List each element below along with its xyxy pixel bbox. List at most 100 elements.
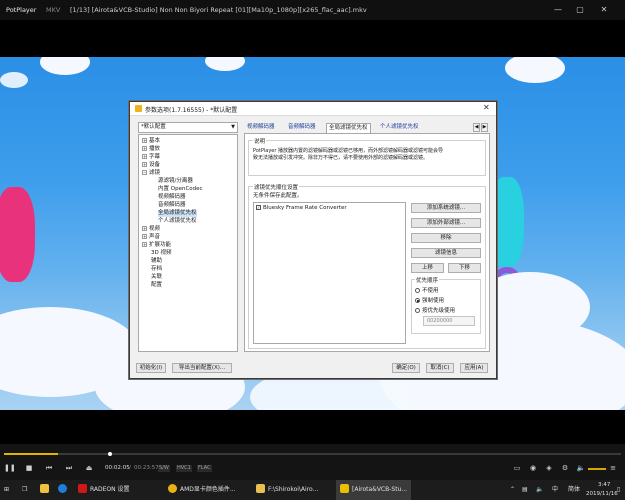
next-icon[interactable]: ⏭ <box>64 464 74 473</box>
clock-time[interactable]: 3:47 <box>598 481 610 489</box>
previous-icon[interactable]: ⏮ <box>44 464 54 473</box>
tab-scroll-right-icon[interactable]: ▶ <box>481 123 488 132</box>
time-total: 00:23:57 <box>134 465 159 471</box>
priority-subtitle: 无条件保存此配置。 <box>253 193 303 199</box>
radio-option[interactable]: 不使用 <box>415 286 439 294</box>
volume-icon[interactable]: 🔈 <box>576 464 586 473</box>
expand-icon[interactable]: + <box>142 234 147 239</box>
tab-scroll-left-icon[interactable]: ◀ <box>473 123 480 132</box>
move-up-button[interactable]: 上移 <box>411 263 444 273</box>
seek-handle[interactable] <box>108 452 112 456</box>
seek-track[interactable] <box>4 453 621 455</box>
windows-start-icon[interactable]: ⊞ <box>4 480 9 500</box>
add-system-filter-button[interactable]: 添加系统滤镜... <box>411 203 481 213</box>
description-text-line2: 致无法播放或引发冲突。除非万不得已，请不要使用外部的滤镜解码器或滤镜。 <box>253 155 429 161</box>
tree-item[interactable]: 配置 <box>151 282 162 289</box>
maximize-icon[interactable]: ▢ <box>575 5 585 15</box>
taskbar-item[interactable]: F:\Shirokoi\Airo... <box>256 480 318 500</box>
tree-item[interactable]: 关联 <box>151 274 162 281</box>
radio-icon[interactable] <box>415 288 420 293</box>
tree-subitem[interactable]: 内置 OpenCodec <box>158 186 203 193</box>
apply-button[interactable]: 应用(A) <box>460 363 488 373</box>
expand-icon[interactable]: + <box>142 146 147 151</box>
ok-button[interactable]: 确定(O) <box>392 363 420 373</box>
tree-item-label: 基本 <box>149 138 161 144</box>
file-explorer-icon[interactable] <box>40 480 52 500</box>
tree-item[interactable]: + 基本 <box>142 138 160 145</box>
menu-icon[interactable]: ≡ <box>608 464 618 473</box>
minimize-icon[interactable]: — <box>553 5 563 15</box>
tab-audio-decoder[interactable]: 音频解码器 <box>288 123 316 133</box>
tree-subitem[interactable]: 个人滤镜优先权 <box>158 218 197 225</box>
stop-icon[interactable]: ■ <box>24 464 34 473</box>
network-icon[interactable]: ▤ <box>522 480 528 500</box>
monitor-icon[interactable]: ▭ <box>512 464 522 473</box>
expand-icon[interactable]: + <box>142 242 147 247</box>
camera-icon[interactable]: ◉ <box>528 464 538 473</box>
language-indicator[interactable]: 简体 <box>568 480 580 500</box>
settings-icon[interactable]: ⚙ <box>560 464 570 473</box>
edge-icon[interactable] <box>58 480 70 500</box>
tree-item[interactable]: + 声音 <box>142 234 160 241</box>
radio-selected-icon[interactable] <box>415 298 420 303</box>
tree-item[interactable]: + 扩展功能 <box>142 242 171 249</box>
pause-icon[interactable]: ❚❚ <box>4 464 16 473</box>
radio-option[interactable]: 按优先级使用 <box>415 306 455 314</box>
settings-tree[interactable]: + 基本 + 播放 + 字幕 + 设备 − 滤镜 源滤镜/分离器 内置 OpenCodec… <box>138 134 238 352</box>
cancel-button[interactable]: 取消(C) <box>426 363 454 373</box>
init-button[interactable]: 初始化(I) <box>136 363 166 373</box>
tree-subitem-selected[interactable]: 全局滤镜优先权 <box>158 210 197 217</box>
3d-icon[interactable]: ◈ <box>544 464 554 473</box>
checkbox-checked-icon[interactable]: ✓ <box>256 205 261 210</box>
tree-item[interactable]: 存档 <box>151 266 162 273</box>
close-icon[interactable]: ✕ <box>599 5 609 15</box>
tab-video-decoder[interactable]: 视频解码器 <box>247 123 275 133</box>
export-config-button[interactable]: 导出当前配置(X)... <box>172 363 232 373</box>
tray-arrow-icon[interactable]: ⌃ <box>510 480 515 500</box>
tree-item[interactable]: + 字幕 <box>142 154 160 161</box>
expand-icon[interactable]: + <box>142 154 147 159</box>
notifications-icon[interactable]: ▯ <box>617 480 620 500</box>
tree-item[interactable]: − 滤镜 <box>142 170 160 177</box>
tree-subitem[interactable]: 源滤镜/分离器 <box>158 178 193 185</box>
player-titlebar[interactable]: PotPlayer MKV [1/13] [Airota&VCB-Studio]… <box>0 0 625 20</box>
priority-value-field[interactable]: 00200000 <box>423 316 475 326</box>
remove-button[interactable]: 移除 <box>411 233 481 243</box>
tree-subitem[interactable]: 视频解码器 <box>158 194 186 201</box>
task-view-icon[interactable]: ❐ <box>22 480 27 500</box>
radio-icon[interactable] <box>415 308 420 313</box>
expand-icon[interactable]: + <box>142 138 147 143</box>
tree-item[interactable]: + 视频 <box>142 226 160 233</box>
list-item[interactable]: ✓ Bluesky Frame Rate Converter <box>256 205 347 212</box>
dialog-titlebar[interactable]: 参数选项(1.7.16555) - *默认配置 ✕ <box>130 102 496 116</box>
expand-icon[interactable]: + <box>142 226 147 231</box>
tab-personal-filter-priority[interactable]: 个人滤镜优先权 <box>380 123 419 133</box>
tree-item-label: 关联 <box>151 274 163 280</box>
clock-date[interactable]: 2019/11/16 <box>586 490 618 498</box>
taskbar-item-active[interactable]: [Airota&VCB-Stu... <box>336 480 412 500</box>
tree-subitem[interactable]: 音频解码器 <box>158 202 186 209</box>
volume-tray-icon[interactable]: 🔈 <box>536 480 543 500</box>
preset-select[interactable]: *默认配置 ▼ <box>138 122 238 133</box>
taskbar-item[interactable]: RADEON 设置 <box>78 480 130 500</box>
dialog-close-icon[interactable]: ✕ <box>483 103 490 112</box>
tab-global-filter-priority[interactable]: 全局滤镜优先权 <box>326 123 371 133</box>
taskbar-item[interactable]: AMD显卡颜色插件... <box>168 480 236 500</box>
expand-icon[interactable]: + <box>142 162 147 167</box>
filter-info-button[interactable]: 滤镜信息 <box>411 248 481 258</box>
tree-item-label: 配置 <box>151 282 163 288</box>
radio-option[interactable]: 强制使用 <box>415 296 444 304</box>
filter-list[interactable]: ✓ Bluesky Frame Rate Converter <box>253 202 406 344</box>
eject-icon[interactable]: ⏏ <box>84 464 94 473</box>
app-name[interactable]: PotPlayer <box>6 0 36 20</box>
collapse-icon[interactable]: − <box>142 170 147 175</box>
ime-icon[interactable]: 中 <box>552 480 558 500</box>
move-down-button[interactable]: 下移 <box>448 263 481 273</box>
tree-item[interactable]: + 播放 <box>142 146 160 153</box>
tree-item[interactable]: 辅助 <box>151 258 162 265</box>
order-title: 优先顺序 <box>415 276 440 284</box>
tree-item[interactable]: 3D 视频 <box>151 250 171 257</box>
tree-item[interactable]: + 设备 <box>142 162 160 169</box>
volume-slider[interactable] <box>588 468 606 470</box>
add-external-filter-button[interactable]: 添加外部滤镜... <box>411 218 481 228</box>
